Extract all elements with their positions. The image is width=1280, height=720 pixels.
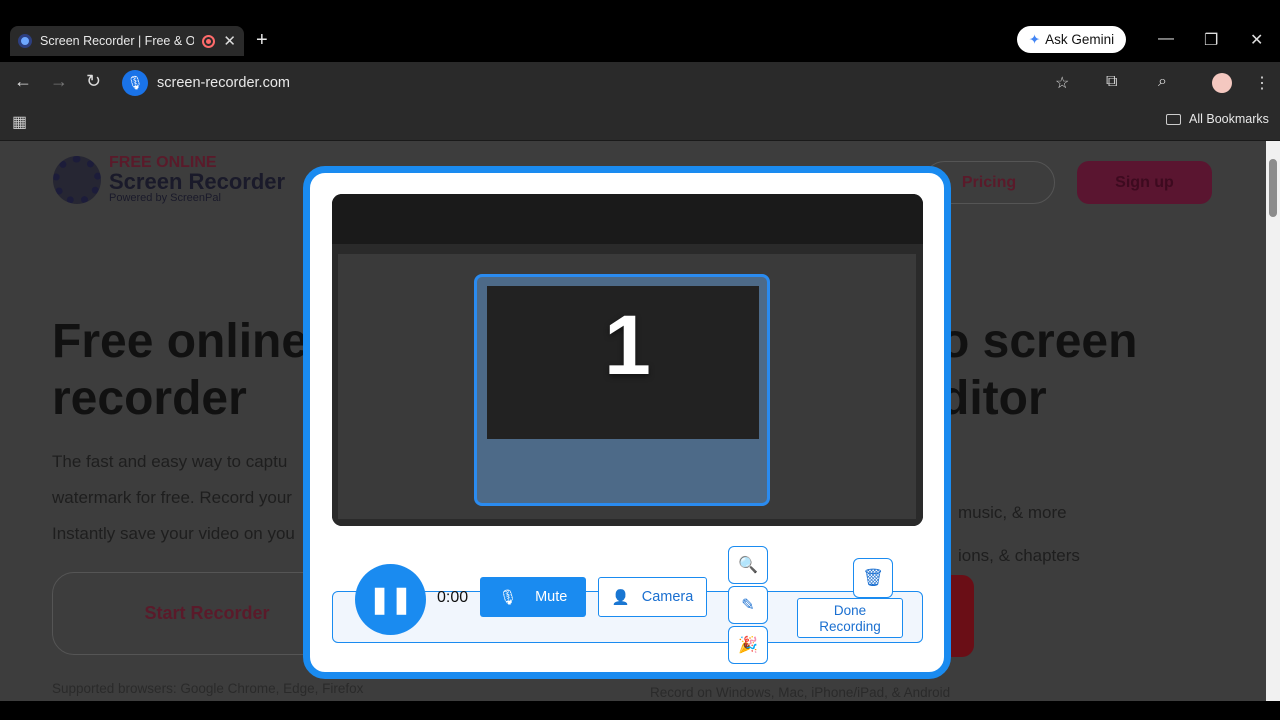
draw-button[interactable]: ✎ <box>728 586 768 624</box>
camera-button[interactable]: 👤 Camera <box>598 577 707 617</box>
folder-icon <box>1166 113 1181 125</box>
browser-tab[interactable]: Screen Recorder | Free & O ✕ <box>10 26 244 56</box>
logo-line2: Screen Recorder <box>109 169 286 194</box>
zoom-icon: 🔍 <box>738 557 758 574</box>
supported-browsers-text: Supported browsers: Google Chrome, Edge,… <box>52 681 364 696</box>
gemini-star-icon: ✦ <box>1028 31 1041 47</box>
pause-icon: ❚❚ <box>368 584 413 614</box>
pen-icon: ✎ <box>741 597 755 614</box>
signup-button[interactable]: Sign up <box>1077 161 1212 204</box>
camera-label: Camera <box>641 589 694 605</box>
headline-left-line2: recorder <box>52 372 247 425</box>
logo-mark-icon <box>53 155 101 204</box>
record-indicator-icon <box>202 34 216 48</box>
close-icon[interactable]: ✕ <box>223 32 236 50</box>
recording-timer: 0:00 <box>437 589 469 606</box>
close-window-icon[interactable]: ✕ <box>1250 30 1263 50</box>
reload-icon[interactable]: ↻ <box>86 71 101 92</box>
tab-search-icon[interactable]: ⌕ <box>1158 73 1167 91</box>
ask-gemini-button[interactable]: ✦ Ask Gemini <box>1017 26 1126 53</box>
pause-button[interactable]: ❚❚ <box>355 564 426 635</box>
supported-platforms-text: Record on Windows, Mac, iPhone/iPad, & A… <box>650 685 951 700</box>
ask-gemini-label: Ask Gemini <box>1045 32 1115 47</box>
subheading-right: music, & more ions, & chapters <box>958 491 1080 577</box>
scrollbar-thumb[interactable] <box>1269 159 1277 217</box>
minimize-icon[interactable]: — <box>1158 30 1174 48</box>
url-text: screen-recorder.com <box>157 75 290 91</box>
effects-icon: 🎉 <box>738 637 758 654</box>
back-icon[interactable]: ← <box>14 71 32 92</box>
bottom-edge <box>0 701 1280 720</box>
mic-icon: 🎙 <box>122 70 148 96</box>
done-label-line1: Done <box>833 603 867 618</box>
restore-icon[interactable]: ❐ <box>1204 30 1218 50</box>
plus-icon[interactable]: + <box>256 29 268 52</box>
countdown-number: 1 <box>604 298 651 392</box>
subheading-right-line1: music, & more <box>958 503 1067 522</box>
logo-line3: Powered by ScreenPal <box>109 192 221 204</box>
bookmarks-bar <box>0 103 1280 141</box>
delete-button[interactable]: 🗑 <box>853 558 893 598</box>
subheading-line3: Instantly save your video on you <box>52 524 295 543</box>
done-recording-button[interactable]: Done Recording <box>797 598 903 638</box>
avatar[interactable] <box>1212 73 1232 93</box>
preview-browser-chrome <box>332 194 923 244</box>
tab-title: Screen Recorder | Free & O <box>40 34 195 48</box>
forward-icon[interactable]: → <box>50 71 68 92</box>
done-label-line2: Recording <box>819 619 881 634</box>
star-icon[interactable]: ☆ <box>1055 73 1069 93</box>
headline-left-line1: Free online <box>52 315 309 368</box>
headline-left: Free online recorder <box>52 313 308 427</box>
address-bar[interactable]: 🎙 screen-recorder.com <box>122 68 652 98</box>
more-icon[interactable]: ⋮ <box>1254 73 1270 93</box>
screen-preview: 1 <box>332 194 923 526</box>
apps-icon[interactable]: ▦ <box>12 112 27 132</box>
effects-button[interactable]: 🎉 <box>728 626 768 664</box>
site-logo[interactable]: FREE ONLINE Screen Recorder Powered by S… <box>53 155 285 204</box>
screenpal-favicon <box>18 34 32 48</box>
extensions-icon[interactable]: ⧉ <box>1106 73 1117 91</box>
subheading-line1: The fast and easy way to captu <box>52 452 288 471</box>
subheading-line2: watermark for free. Record your <box>52 488 292 507</box>
zoom-button[interactable]: 🔍 <box>728 546 768 584</box>
all-bookmarks-label: All Bookmarks <box>1189 112 1269 126</box>
mute-label: Mute <box>535 589 568 605</box>
all-bookmarks-button[interactable]: All Bookmarks <box>1166 112 1269 126</box>
scrollbar[interactable] <box>1266 141 1280 701</box>
trash-icon: 🗑 <box>862 568 884 587</box>
recorder-dialog: 1 ❚❚ 0:00 🎙 Mute 👤 Camera 🔍 ✎ 🎉 🗑 Done R… <box>303 166 951 679</box>
headline-right-line1: o screen <box>940 315 1138 368</box>
subheading-right-line2: ions, & chapters <box>958 546 1080 565</box>
camera-icon: 👤 <box>611 589 630 606</box>
headline-right: o screen ditor <box>940 313 1137 427</box>
mic-icon: 🎙 <box>498 589 518 606</box>
headline-right-line2: ditor <box>940 372 1047 425</box>
subheading: The fast and easy way to captu watermark… <box>52 444 295 552</box>
mute-button[interactable]: 🎙 Mute <box>480 577 586 617</box>
